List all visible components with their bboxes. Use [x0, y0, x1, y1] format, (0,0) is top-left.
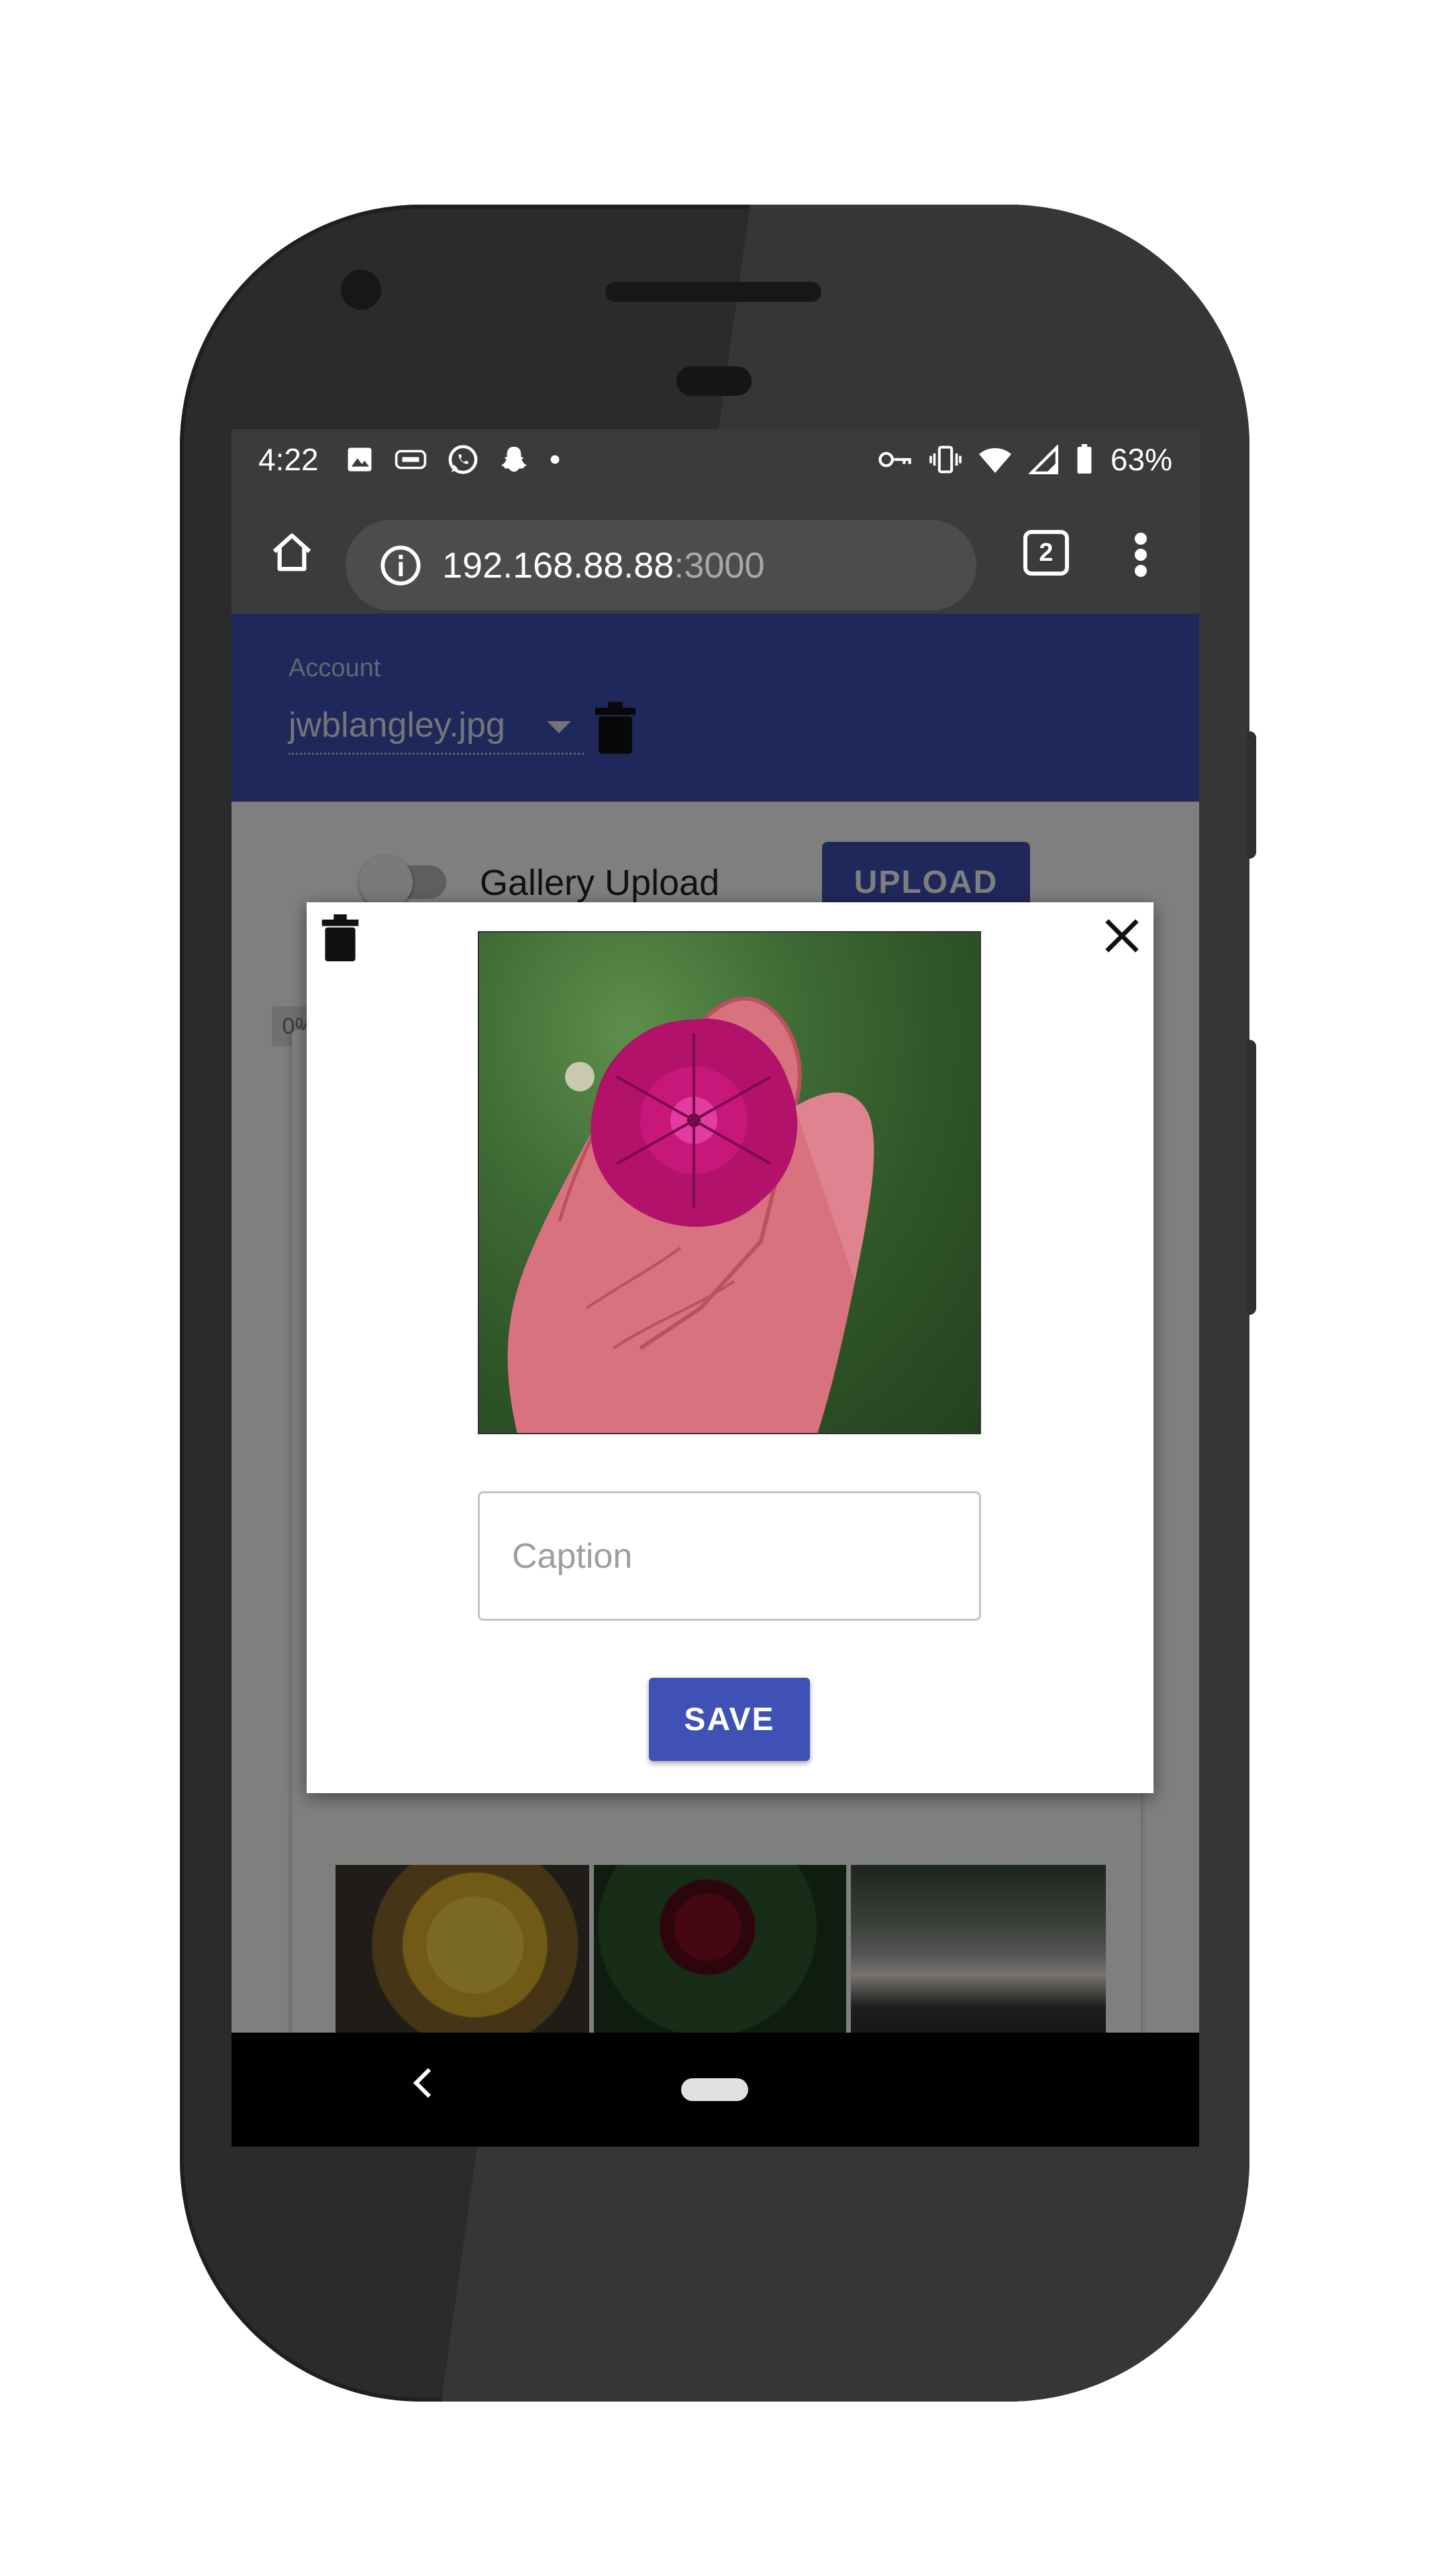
back-icon[interactable]: [413, 2063, 433, 2109]
url-port: :3000: [674, 545, 765, 586]
browser-toolbar: 192.168.88.88:3000 2: [232, 490, 1199, 614]
proximity-sensor: [676, 366, 752, 396]
image-icon: [346, 445, 374, 474]
edit-photo-dialog: SAVE: [307, 902, 1154, 1793]
status-bar: 4:22 63%: [232, 429, 1199, 490]
dot-icon: [550, 454, 560, 465]
battery-percent: 63%: [1110, 442, 1172, 477]
snapchat-icon: [499, 444, 529, 475]
phone-screen: 4:22 63% 192.168.88.88:3000 2 Caption S…: [232, 429, 1199, 2147]
save-button[interactable]: SAVE: [649, 1678, 810, 1761]
whatsapp-icon: [448, 444, 478, 475]
browser-menu-icon[interactable]: [1124, 525, 1158, 585]
volume-button: [1247, 1040, 1256, 1315]
close-icon[interactable]: [1102, 916, 1142, 956]
address-bar[interactable]: 192.168.88.88:3000: [346, 520, 976, 610]
url-host: 192.168.88.88: [442, 545, 674, 586]
delete-photo-icon[interactable]: [321, 914, 359, 961]
home-pill-icon[interactable]: [681, 2078, 748, 2101]
info-icon[interactable]: [379, 544, 422, 587]
battery-icon: [1076, 444, 1093, 475]
status-time: 4:22: [258, 442, 319, 477]
tab-switcher-button[interactable]: 2: [1023, 530, 1069, 576]
key-icon: [878, 449, 912, 470]
earpiece-speaker: [605, 282, 821, 302]
android-nav-bar: [232, 2033, 1199, 2147]
front-camera: [341, 270, 381, 310]
vibrate-icon: [929, 445, 962, 474]
signal-icon: [1028, 445, 1058, 474]
power-button: [1247, 731, 1256, 859]
photo-preview: [478, 931, 981, 1434]
browser-home-icon[interactable]: [258, 518, 325, 585]
wifi-icon: [978, 445, 1011, 474]
caption-input[interactable]: [478, 1491, 981, 1621]
cast-icon: [394, 447, 427, 472]
